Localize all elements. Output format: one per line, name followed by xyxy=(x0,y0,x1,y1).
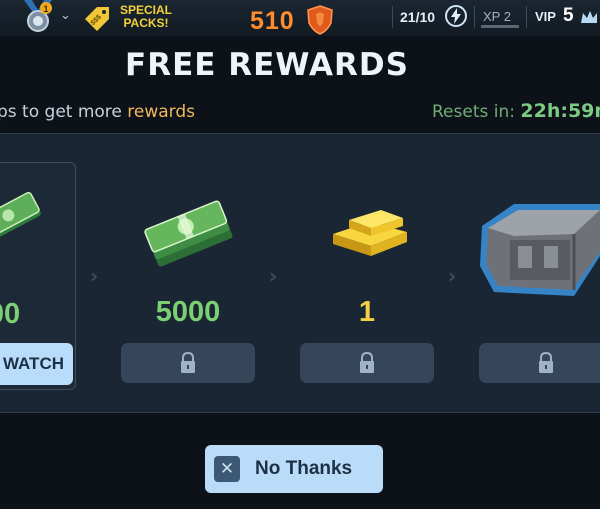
reset-label: Resets in: xyxy=(432,102,521,122)
shield-currency-icon xyxy=(307,5,333,35)
hint-text: ps to get more rewards xyxy=(0,102,195,122)
reward-amount: 00 xyxy=(0,298,21,330)
no-thanks-button[interactable]: ✕ No Thanks xyxy=(205,445,383,493)
reset-timer: Resets in: 22h:59m xyxy=(432,100,600,122)
locked-button[interactable] xyxy=(121,343,255,383)
locked-button[interactable] xyxy=(300,343,434,383)
vip-level: 5 xyxy=(563,5,574,26)
top-hud-bar: 1 ⌄ $$$ SPECIAL PACKS! 510 21/10 XP 2 VI… xyxy=(0,0,600,36)
reward-slot-1: 00 WATCH xyxy=(0,162,76,390)
special-packs-button[interactable]: SPECIAL PACKS! xyxy=(116,4,176,30)
lock-icon xyxy=(360,352,374,373)
medal-badge-count: 1 xyxy=(43,4,48,14)
special-packs-line2: PACKS! xyxy=(123,16,169,30)
close-icon: ✕ xyxy=(214,456,240,482)
supply-crate-icon xyxy=(480,204,600,296)
xp-label: XP 2 xyxy=(483,9,511,24)
reward-slot-3: 1 xyxy=(291,134,443,412)
rewards-panel: 00 WATCH › 5000 › xyxy=(0,133,600,413)
medal-icon[interactable]: 1 xyxy=(18,0,58,34)
reset-time: 22h:59m xyxy=(520,100,600,122)
lock-icon xyxy=(181,352,195,373)
vip-label: VIP xyxy=(535,9,556,24)
locked-button[interactable] xyxy=(479,343,600,383)
reward-slot-2: 5000 xyxy=(112,134,264,412)
hud-divider xyxy=(392,6,393,28)
hint-highlight: rewards xyxy=(127,102,196,122)
hud-divider xyxy=(526,6,527,28)
gold-bars-icon xyxy=(333,210,407,256)
currency-amount: 510 xyxy=(250,7,295,35)
cash-stack-icon xyxy=(0,191,41,242)
reward-amount: 5000 xyxy=(155,296,221,328)
hud-divider xyxy=(474,6,475,28)
crown-icon[interactable] xyxy=(580,9,598,25)
reward-amount: 1 xyxy=(358,296,376,328)
cash-stack-icon xyxy=(144,200,233,267)
chevron-right-icon: › xyxy=(269,264,278,288)
chevron-right-icon: › xyxy=(448,264,457,288)
reward-slot-4 xyxy=(470,134,600,412)
xp-progress-bar xyxy=(481,25,519,28)
page-title: FREE REWARDS xyxy=(125,47,409,83)
chevron-right-icon: › xyxy=(90,264,99,288)
chevron-down-icon[interactable]: ⌄ xyxy=(60,8,74,23)
lock-icon xyxy=(539,352,553,373)
watch-button[interactable]: WATCH xyxy=(0,343,73,385)
price-tag-icon[interactable]: $$$ xyxy=(83,5,111,31)
energy-bolt-icon[interactable] xyxy=(445,5,467,27)
no-thanks-label: No Thanks xyxy=(255,458,353,479)
energy-counter: 21/10 xyxy=(400,9,436,25)
hint-text-start: ps to get more xyxy=(0,102,128,122)
